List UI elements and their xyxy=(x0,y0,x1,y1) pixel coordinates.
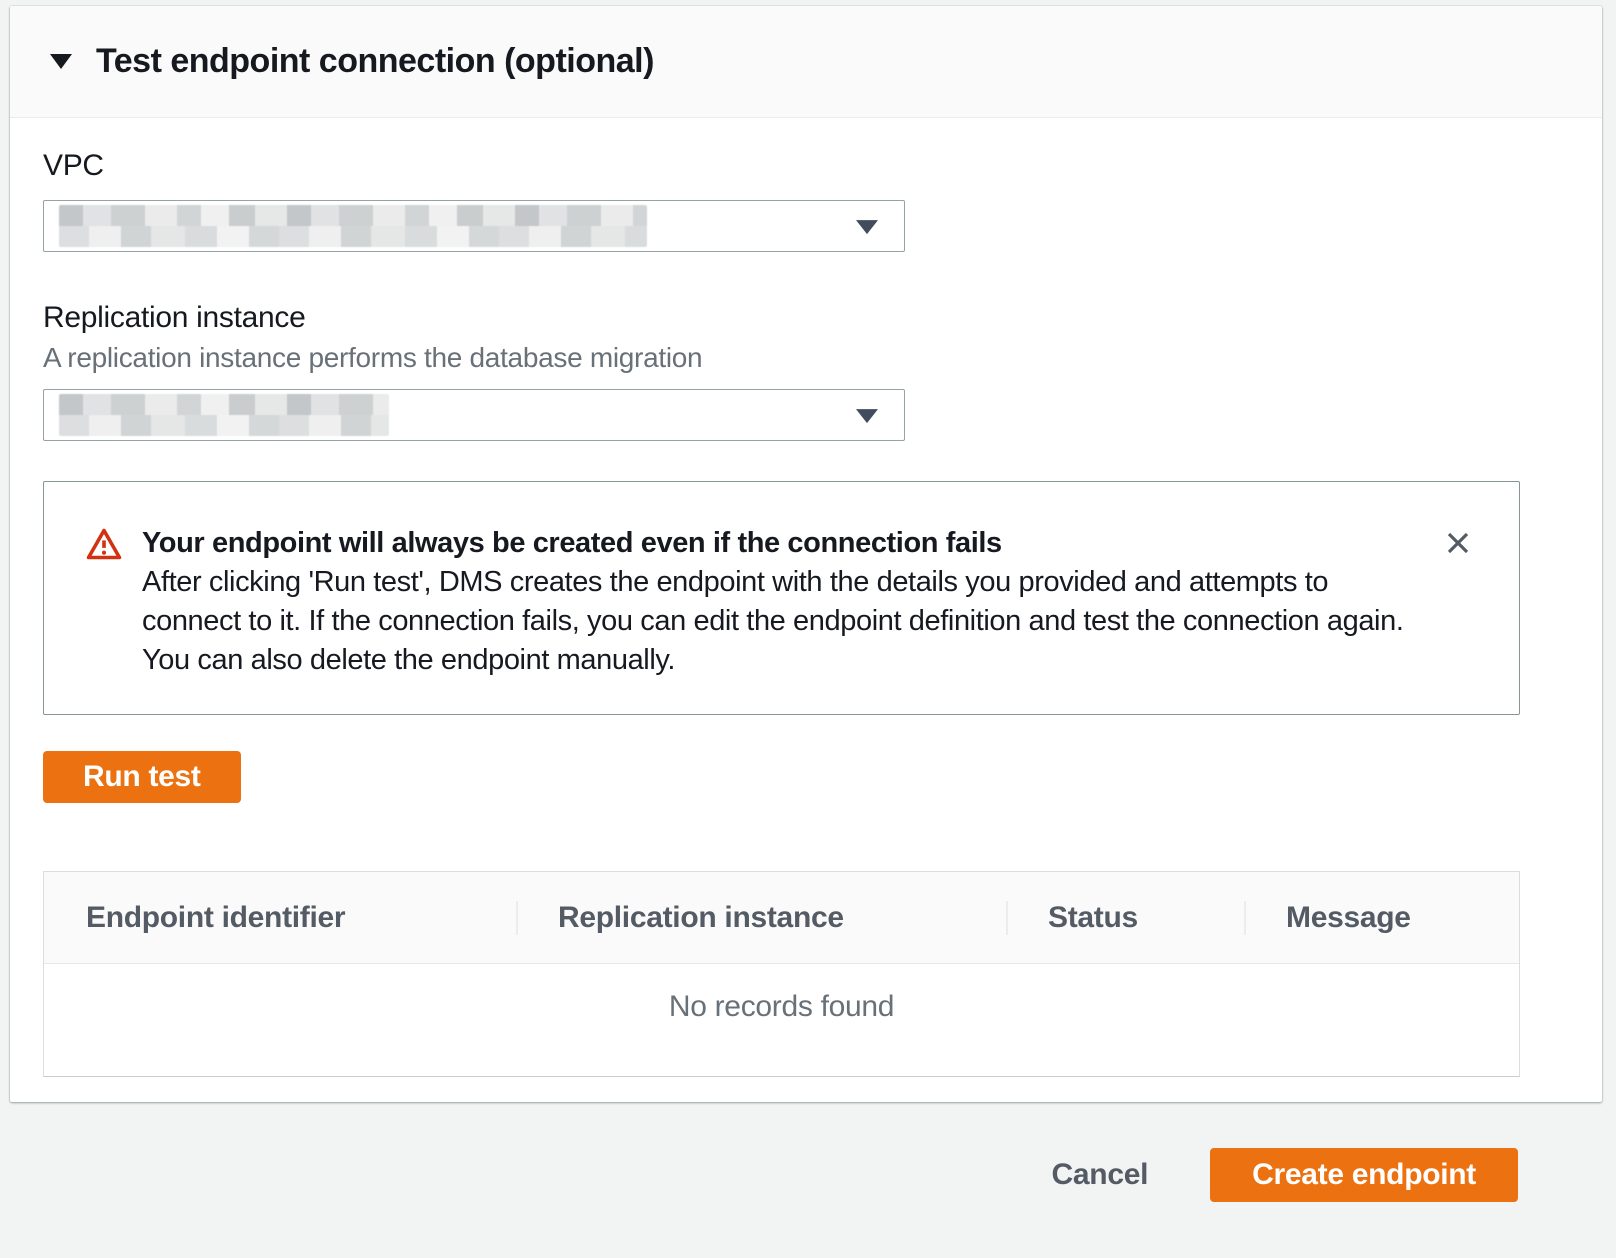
test-results-table: Endpoint identifier Replication instance… xyxy=(43,871,1520,1077)
redacted-replication-value xyxy=(59,394,389,436)
caret-down-icon xyxy=(856,409,878,423)
triangle-down-icon[interactable] xyxy=(50,54,72,69)
cancel-button[interactable]: Cancel xyxy=(1052,1158,1149,1192)
vpc-label: VPC xyxy=(43,148,1563,184)
replication-instance-select[interactable] xyxy=(43,389,905,441)
column-header-replication-instance: Replication instance xyxy=(516,901,1006,935)
caret-down-icon xyxy=(856,220,878,234)
alert-text: Your endpoint will always be created eve… xyxy=(142,524,1427,680)
expandable-section-header[interactable]: Test endpoint connection (optional) xyxy=(10,6,1602,118)
footer-actions: Cancel Create endpoint xyxy=(1052,1148,1518,1202)
alert-close-button[interactable] xyxy=(1441,526,1475,563)
column-header-status: Status xyxy=(1006,901,1244,935)
page: Test endpoint connection (optional) VPC … xyxy=(0,0,1616,1258)
test-endpoint-connection-panel: Test endpoint connection (optional) VPC … xyxy=(10,6,1602,1102)
section-title: Test endpoint connection (optional) xyxy=(96,42,654,81)
vpc-select[interactable] xyxy=(43,200,905,252)
warning-triangle-icon xyxy=(86,527,122,566)
table-empty-state: No records found xyxy=(44,964,1519,1076)
section-body: VPC Replication instance A replication i… xyxy=(10,148,1602,1077)
create-endpoint-button[interactable]: Create endpoint xyxy=(1210,1148,1518,1202)
replication-instance-description: A replication instance performs the data… xyxy=(43,341,1563,375)
warning-alert: Your endpoint will always be created eve… xyxy=(43,481,1520,715)
alert-title: Your endpoint will always be created eve… xyxy=(142,524,1427,563)
close-x-icon xyxy=(1443,546,1473,561)
column-header-message: Message xyxy=(1244,901,1521,935)
alert-body: After clicking 'Run test', DMS creates t… xyxy=(142,563,1427,680)
column-header-endpoint-identifier: Endpoint identifier xyxy=(44,901,516,935)
table-header-row: Endpoint identifier Replication instance… xyxy=(44,872,1519,964)
run-test-button[interactable]: Run test xyxy=(43,751,241,803)
redacted-vpc-value xyxy=(59,205,647,247)
replication-instance-label: Replication instance xyxy=(43,300,1563,336)
